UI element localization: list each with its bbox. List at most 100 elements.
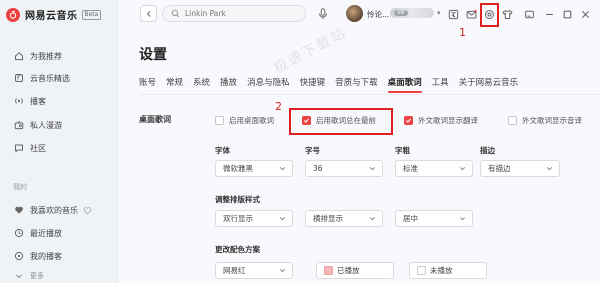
minimize-icon[interactable] xyxy=(542,7,556,21)
sidebar-item-label: 我的播客 xyxy=(30,251,62,261)
played-color-picker[interactable]: 已播放 xyxy=(316,262,394,279)
tab-system[interactable]: 系统 xyxy=(193,76,210,93)
app-logo[interactable]: 网易云音乐 Beta xyxy=(6,7,102,22)
checkbox-box[interactable] xyxy=(215,116,224,125)
skin-icon[interactable] xyxy=(500,7,514,21)
chevron-down-icon xyxy=(369,215,376,222)
stroke-select[interactable]: 有描边 xyxy=(480,160,560,177)
highlight-box-settings xyxy=(480,3,499,27)
mail-icon[interactable] xyxy=(464,7,478,21)
color-scheme-label: 更改配色方案 xyxy=(215,245,260,254)
sidebar-item-label: 为我推荐 xyxy=(30,51,62,61)
tab-desktop-lyrics[interactable]: 桌面歌词 xyxy=(387,76,422,93)
sidebar-item-my-podcast[interactable]: 我的播客 xyxy=(0,245,118,267)
sidebar-item-label: 更多 xyxy=(30,272,44,280)
user-menu-caret-icon[interactable]: ▾ xyxy=(437,9,441,17)
vip-badge: VIP xyxy=(394,10,408,16)
sidebar-item-label: 我喜欢的音乐 xyxy=(30,205,78,215)
heart-icon xyxy=(13,205,24,216)
alignment-select[interactable]: 居中 xyxy=(395,210,473,227)
chevron-down-icon xyxy=(459,215,466,222)
tab-account[interactable]: 账号 xyxy=(139,76,156,93)
sidebar-item-featured[interactable]: 云音乐精选 xyxy=(0,67,118,89)
tab-privacy[interactable]: 消息与隐私 xyxy=(247,76,290,93)
chevron-down-icon xyxy=(279,267,286,274)
color-scheme-select-value: 网易红 xyxy=(223,266,246,275)
checkbox-box[interactable] xyxy=(404,116,413,125)
font-label: 字体 xyxy=(215,146,230,155)
font-weight-select-value: 标准 xyxy=(403,164,418,173)
maximize-icon[interactable] xyxy=(560,7,574,21)
unplayed-color-swatch xyxy=(417,266,426,275)
tab-playback[interactable]: 播放 xyxy=(220,76,237,93)
radio-icon xyxy=(13,120,24,131)
sidebar-item-community[interactable]: 社区 xyxy=(0,137,118,159)
back-button[interactable] xyxy=(140,5,157,22)
mini-mode-icon[interactable] xyxy=(522,7,536,21)
chevron-down-icon xyxy=(279,215,286,222)
sidebar-section-my: 我的 xyxy=(13,183,27,191)
layout-style-label: 调整排版样式 xyxy=(215,195,260,204)
chevron-left-icon xyxy=(146,10,151,17)
unplayed-color-picker[interactable]: 未播放 xyxy=(409,262,487,279)
settings-page: 设置 账号 常规 系统 播放 消息与隐私 快捷键 音质与下载 桌面歌词 工具 关… xyxy=(118,30,600,283)
tabs-divider xyxy=(139,94,600,95)
sidebar-item-more[interactable]: 更多 xyxy=(0,265,118,283)
podcast-icon xyxy=(13,251,24,262)
avatar[interactable] xyxy=(346,5,363,22)
checkbox-label: 启用桌面歌词 xyxy=(229,116,274,125)
orientation-select[interactable]: 横排显示 xyxy=(305,210,383,227)
checkbox-label: 外文歌词显示翻译 xyxy=(418,116,478,125)
app-name: 网易云音乐 xyxy=(25,11,78,22)
tab-quality-download[interactable]: 音质与下载 xyxy=(335,76,378,93)
played-color-label: 已播放 xyxy=(337,266,360,275)
sidebar-item-podcast[interactable]: 播客 xyxy=(0,90,118,112)
skin-translate-icon[interactable] xyxy=(446,7,460,21)
sidebar-item-label: 社区 xyxy=(30,143,46,153)
font-weight-select[interactable]: 标准 xyxy=(395,160,473,177)
stroke-select-value: 有描边 xyxy=(488,164,511,173)
sidebar-item-roaming[interactable]: 私人漫游 xyxy=(0,114,118,136)
font-weight-label: 字粗 xyxy=(395,146,410,155)
annotation-number-2: 2 xyxy=(275,100,282,113)
beta-badge: Beta xyxy=(81,9,102,20)
sidebar-item-liked-music[interactable]: 我喜欢的音乐 xyxy=(0,199,118,221)
tab-about[interactable]: 关于网易云音乐 xyxy=(459,76,519,93)
sidebar-item-recommend[interactable]: 为我推荐 xyxy=(0,45,118,67)
tab-tools[interactable]: 工具 xyxy=(432,76,449,93)
chevron-down-icon xyxy=(546,165,553,172)
sidebar-item-label: 播客 xyxy=(30,96,46,106)
music-note-icon xyxy=(13,73,24,84)
podcast-icon xyxy=(13,96,24,107)
search-box[interactable] xyxy=(162,5,306,22)
chat-icon xyxy=(13,143,24,154)
show-transliteration-checkbox[interactable]: 外文歌词显示音译 xyxy=(508,115,582,126)
settings-tabs: 账号 常规 系统 播放 消息与隐私 快捷键 音质与下载 桌面歌词 工具 关于网易… xyxy=(139,76,528,93)
page-title: 设置 xyxy=(139,47,167,63)
checkbox-box[interactable] xyxy=(508,116,517,125)
username[interactable]: 怜论... xyxy=(367,9,389,20)
highlight-box-always-on-top xyxy=(289,108,393,135)
font-size-select[interactable]: 36 xyxy=(305,160,383,177)
chevron-down-icon xyxy=(279,165,286,172)
color-scheme-select[interactable]: 网易红 xyxy=(215,262,293,279)
font-size-select-value: 36 xyxy=(313,164,323,173)
sidebar-item-label: 私人漫游 xyxy=(30,120,62,130)
line-mode-select[interactable]: 双行显示 xyxy=(215,210,293,227)
close-icon[interactable] xyxy=(578,7,592,21)
chevron-down-icon xyxy=(459,165,466,172)
sidebar-item-label: 最近播放 xyxy=(30,228,62,238)
checkbox-label: 外文歌词显示音译 xyxy=(522,116,582,125)
tab-general[interactable]: 常规 xyxy=(166,76,183,93)
show-translation-checkbox[interactable]: 外文歌词显示翻译 xyxy=(404,115,478,126)
sidebar-item-recent[interactable]: 最近播放 xyxy=(0,222,118,244)
font-select[interactable]: 微软雅黑 xyxy=(215,160,293,177)
desktop-lyrics-section-title: 桌面歌词 xyxy=(139,115,171,124)
heartbeat-mode-icon[interactable] xyxy=(83,205,93,215)
tab-shortcuts[interactable]: 快捷键 xyxy=(300,76,326,93)
enable-desktop-lyrics-checkbox[interactable]: 启用桌面歌词 xyxy=(215,115,274,126)
microphone-icon[interactable] xyxy=(318,8,328,20)
search-input[interactable] xyxy=(185,9,295,18)
orientation-select-value: 横排显示 xyxy=(313,214,343,223)
sidebar: 网易云音乐 Beta 为我推荐 云音乐精选 播客 私人漫游 社区 我的 我喜欢的… xyxy=(0,0,118,283)
